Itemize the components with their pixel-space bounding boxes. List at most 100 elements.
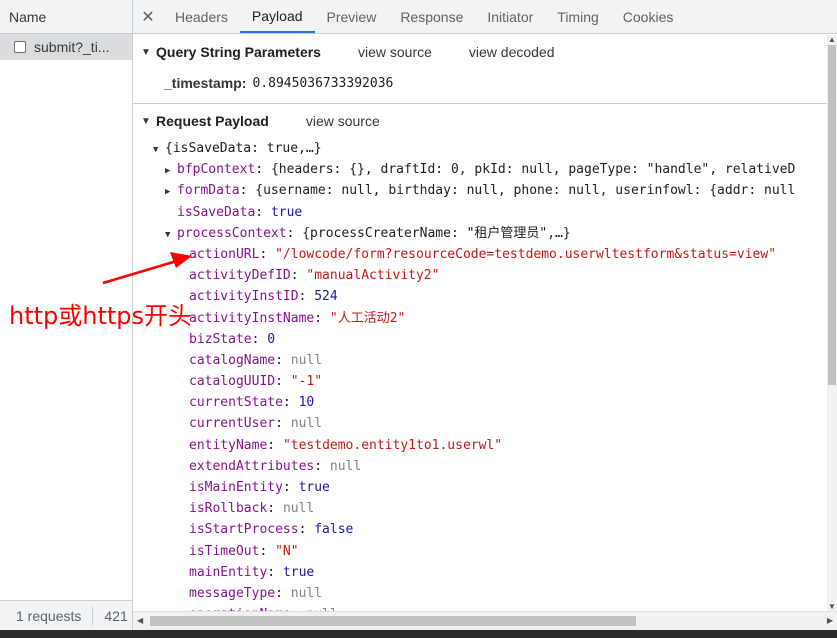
tab-cookies[interactable]: Cookies <box>611 0 686 33</box>
tree-property: currentState: 10 <box>189 395 315 411</box>
property-key: activityInstName <box>189 310 315 326</box>
tree-node-issavedata: isSaveData: true <box>177 204 303 220</box>
request-item[interactable]: submit?_ti... <box>0 34 132 60</box>
tree-property: isStartProcess: false <box>189 522 354 538</box>
payload-content: ▼ Query String Parameters view source vi… <box>133 35 827 611</box>
tab-response[interactable]: Response <box>388 0 475 33</box>
window-bottom-edge <box>0 630 837 638</box>
scroll-left-icon[interactable]: ◀ <box>137 616 143 625</box>
request-payload-header[interactable]: ▼ Request Payload view source <box>133 104 827 138</box>
property-key: currentUser <box>189 416 276 432</box>
close-icon[interactable]: ✕ <box>133 0 163 33</box>
tree-property: messageType: null <box>189 585 323 601</box>
tree-property: extendAttributes: null <box>189 458 362 474</box>
property-key: activityInstID <box>189 289 299 305</box>
details-tab-bar: ✕ Headers Payload Preview Response Initi… <box>133 0 837 34</box>
scroll-up-icon[interactable]: ▲ <box>828 35 836 44</box>
request-item-label: submit?_ti... <box>34 39 110 55</box>
processcontext-properties: actionURL: "/lowcode/form?resourceCode=t… <box>133 244 827 611</box>
property-key: extendAttributes <box>189 458 315 474</box>
footer-divider <box>92 606 94 625</box>
vertical-scrollbar[interactable]: ▲ ▼ <box>827 35 837 611</box>
property-key: isTimeOut <box>189 543 260 559</box>
query-param-row: _timestamp: 0.8945036733392036 <box>133 69 827 97</box>
property-value: null <box>290 585 323 601</box>
tree-property: activityInstID: 524 <box>189 289 338 305</box>
tree-property: currentUser: null <box>189 416 323 432</box>
property-key: entityName <box>189 437 268 453</box>
request-details-panel: ✕ Headers Payload Preview Response Initi… <box>133 0 837 630</box>
tree-property: operationName: null <box>133 604 827 611</box>
view-source-link[interactable]: view source <box>358 44 432 60</box>
expand-triangle-icon[interactable]: ▼ <box>141 47 151 58</box>
tree-property: activityDefID: "manualActivity2" <box>189 268 440 284</box>
property-value: null <box>290 416 323 432</box>
property-key: catalogName <box>189 352 276 368</box>
tree-property: mainEntity: true <box>189 564 315 580</box>
request-checkbox-icon[interactable] <box>14 41 26 53</box>
expand-triangle-icon[interactable]: ▶ <box>165 182 177 203</box>
payload-tree: ▼ {isSaveData: true,…} ▶ bfpContext: {head… <box>133 138 827 611</box>
tree-property: bizState: 0 <box>189 331 276 347</box>
property-value: true <box>282 564 315 580</box>
tab-headers[interactable]: Headers <box>163 0 240 33</box>
property-key: isRollback <box>189 501 268 517</box>
transferred-size: 421 <box>104 607 128 624</box>
horizontal-scrollbar[interactable]: ◀ ▶ <box>133 611 837 630</box>
name-column-header[interactable]: Name <box>0 0 132 34</box>
property-value: 0 <box>267 331 276 347</box>
property-key: bizState <box>189 331 252 347</box>
property-key: isMainEntity <box>189 480 283 495</box>
query-string-header[interactable]: ▼ Query String Parameters view source vi… <box>133 35 827 69</box>
tree-property: activityInstName: "人工活动2" <box>189 310 406 326</box>
tree-property: catalogUUID: "-1" <box>189 374 323 390</box>
collapse-triangle-icon[interactable]: ▼ <box>153 140 165 161</box>
request-payload-title: Request Payload <box>156 113 269 129</box>
property-value: "N" <box>275 543 299 559</box>
property-value: 10 <box>298 395 315 411</box>
property-value: null <box>282 501 315 517</box>
tree-property: isMainEntity: true <box>189 480 330 495</box>
property-value: false <box>314 522 354 538</box>
tree-node-processcontext[interactable]: ▼ processContext: {processCreaterName: "租… <box>133 223 827 244</box>
vertical-scroll-thumb[interactable] <box>828 45 836 385</box>
expand-triangle-icon[interactable]: ▶ <box>165 161 177 182</box>
tree-node-formdata[interactable]: ▶ formData: {username: null, birthday: nu… <box>133 180 827 201</box>
property-key: currentState <box>189 395 283 411</box>
request-count: 1 requests <box>16 607 82 624</box>
property-key: actionURL <box>189 246 260 262</box>
status-footer: 1 requests 421 <box>0 600 132 630</box>
property-value: true <box>298 480 330 495</box>
tab-initiator[interactable]: Initiator <box>475 0 545 33</box>
query-string-title: Query String Parameters <box>156 44 321 60</box>
property-key: catalogUUID <box>189 374 276 390</box>
tree-property: entityName: "testdemo.entity1to1.userwl" <box>189 437 503 453</box>
view-decoded-link[interactable]: view decoded <box>469 44 555 60</box>
collapse-triangle-icon[interactable]: ▼ <box>165 225 177 246</box>
tree-property: isTimeOut: "N" <box>189 543 299 559</box>
tab-preview[interactable]: Preview <box>315 0 389 33</box>
horizontal-scroll-thumb[interactable] <box>150 616 636 626</box>
tree-property: isRollback: null <box>189 501 315 517</box>
property-key: activityDefID <box>189 268 291 284</box>
property-key: mainEntity <box>189 564 268 580</box>
tree-node-bfpcontext[interactable]: ▶ bfpContext: {headers: {}, draftId: 0, p… <box>133 159 827 180</box>
scroll-right-icon[interactable]: ▶ <box>827 616 833 625</box>
tree-root[interactable]: ▼ {isSaveData: true,…} <box>133 138 827 159</box>
property-value: "testdemo.entity1to1.userwl" <box>282 437 503 453</box>
tab-timing[interactable]: Timing <box>545 0 611 33</box>
property-value: "/lowcode/form?resourceCode=testdemo.use… <box>275 246 777 262</box>
param-value: 0.8945036733392036 <box>252 75 394 91</box>
property-value: "人工活动2" <box>329 310 406 326</box>
annotation-text: http或https开头 <box>9 302 193 330</box>
tree-property: actionURL: "/lowcode/form?resourceCode=t… <box>189 246 777 262</box>
param-key: _timestamp: <box>164 75 247 91</box>
expand-triangle-icon[interactable]: ▼ <box>141 116 151 127</box>
payload-view-source-link[interactable]: view source <box>306 113 380 129</box>
property-value: "-1" <box>290 374 323 390</box>
property-value: null <box>290 352 323 368</box>
tab-payload[interactable]: Payload <box>239 0 315 33</box>
scroll-down-icon[interactable]: ▼ <box>828 602 836 611</box>
property-value: "manualActivity2" <box>306 268 440 284</box>
property-key: isStartProcess <box>189 522 299 538</box>
